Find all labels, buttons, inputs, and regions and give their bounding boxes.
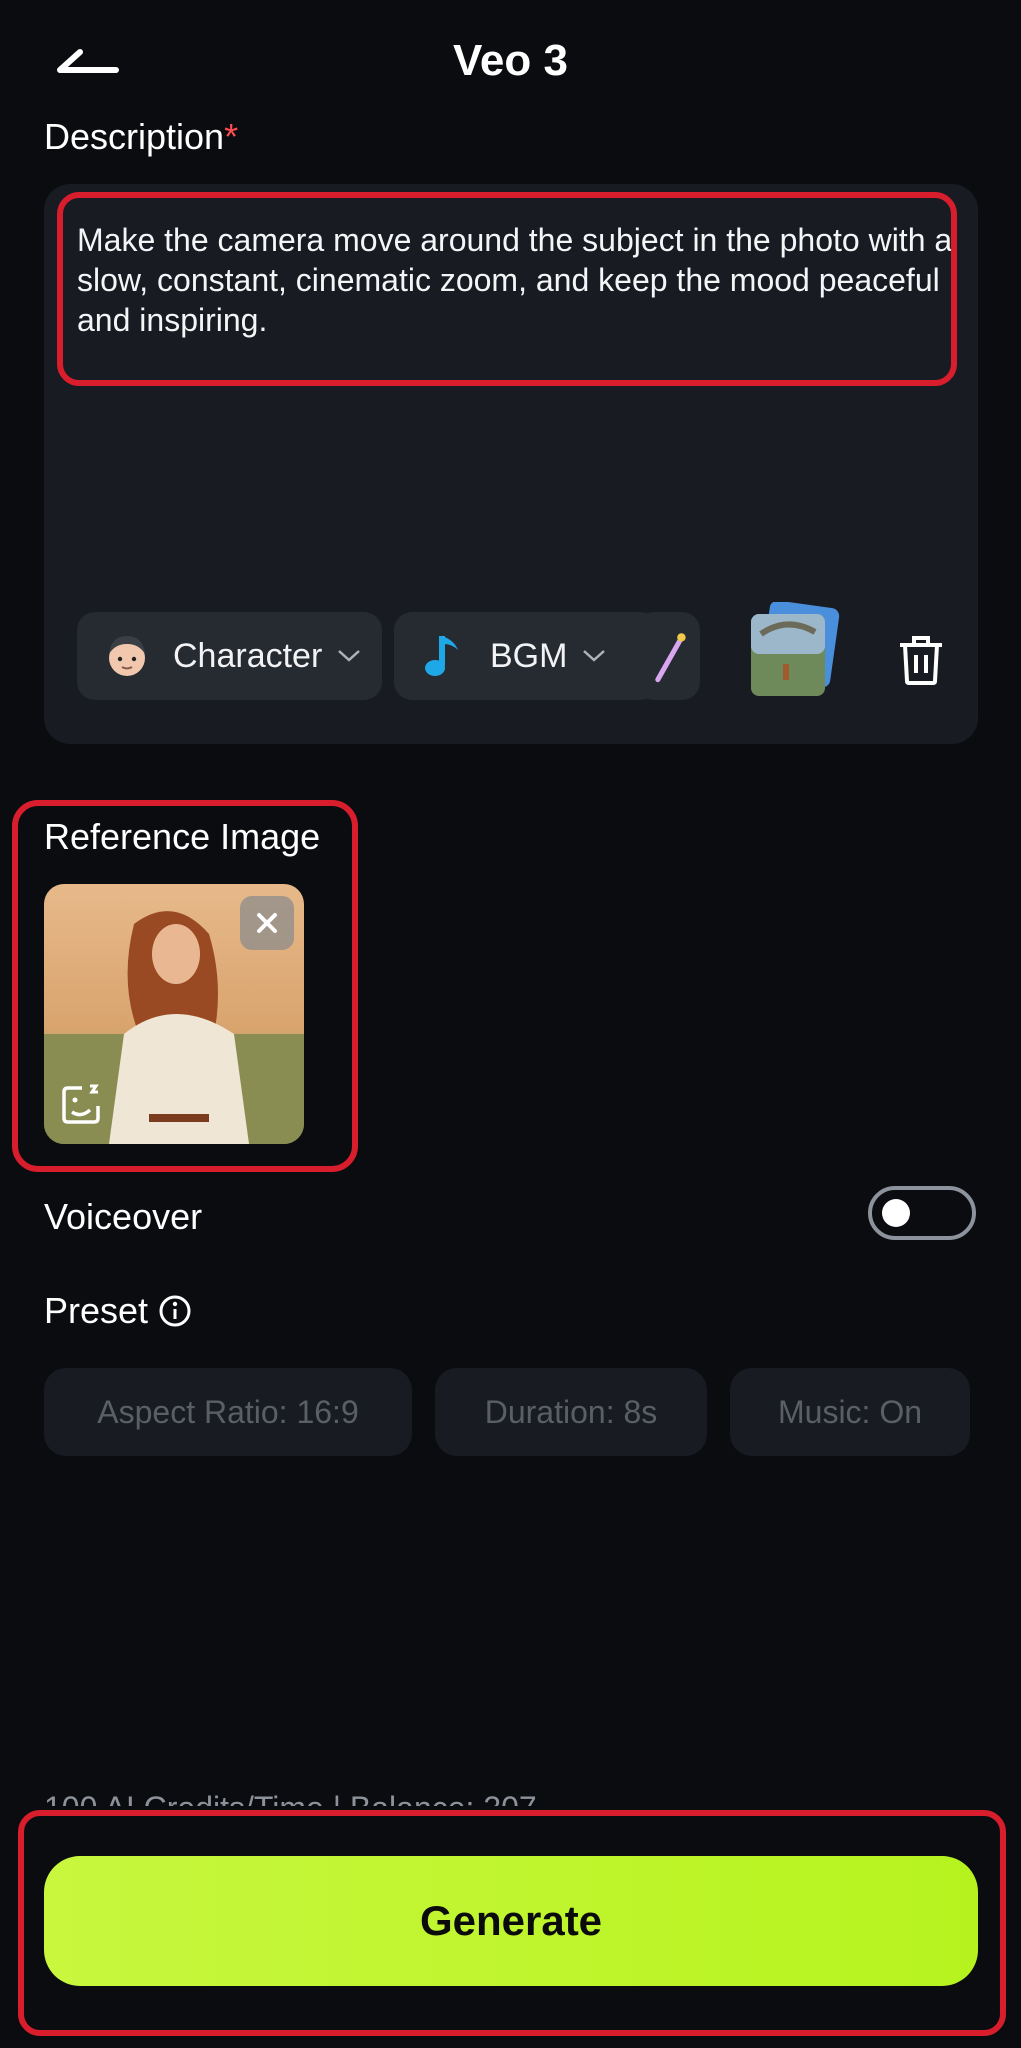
character-emoji-icon <box>109 636 145 676</box>
preset-info-button[interactable] <box>158 1294 192 1328</box>
chevron-down-icon <box>583 650 606 662</box>
image-library-thumbnail[interactable] <box>745 600 845 702</box>
character-chip[interactable]: Character <box>77 612 382 700</box>
preset-label: Preset <box>44 1290 149 1331</box>
bgm-chip-label: BGM <box>490 636 568 675</box>
bgm-chip[interactable]: BGM <box>394 612 658 700</box>
generate-button[interactable]: Generate <box>44 1856 978 1986</box>
description-label-text: Description <box>44 116 225 157</box>
edit-image-icon <box>62 1084 100 1124</box>
required-mark: * <box>224 116 239 157</box>
toggle-knob <box>882 1199 910 1227</box>
page-title: Veo 3 <box>453 36 568 85</box>
preset-duration[interactable]: Duration: 8s <box>435 1368 707 1456</box>
trash-icon <box>900 636 942 685</box>
close-icon <box>257 913 277 933</box>
reference-image-label: Reference Image <box>44 816 321 857</box>
chevron-down-icon <box>338 650 361 662</box>
voiceover-toggle[interactable] <box>868 1186 976 1240</box>
description-input[interactable]: Make the camera move around the subject … <box>77 220 957 340</box>
description-label: Description* <box>44 116 238 158</box>
preset-aspect-ratio[interactable]: Aspect Ratio: 16:9 <box>44 1368 412 1456</box>
photo-stack-icon <box>751 600 840 696</box>
preset-music[interactable]: Music: On <box>730 1368 970 1456</box>
delete-button[interactable] <box>896 633 946 687</box>
edit-image-button[interactable] <box>60 1082 104 1126</box>
page: Veo 3 Description* Make the camera move … <box>0 0 1021 2048</box>
music-note-icon <box>425 636 458 676</box>
effects-chip[interactable] <box>636 612 700 700</box>
voiceover-label: Voiceover <box>44 1196 203 1237</box>
character-chip-label: Character <box>173 636 323 675</box>
magic-wand-icon <box>655 633 686 683</box>
remove-reference-button[interactable] <box>240 896 294 950</box>
info-icon <box>159 1295 191 1327</box>
